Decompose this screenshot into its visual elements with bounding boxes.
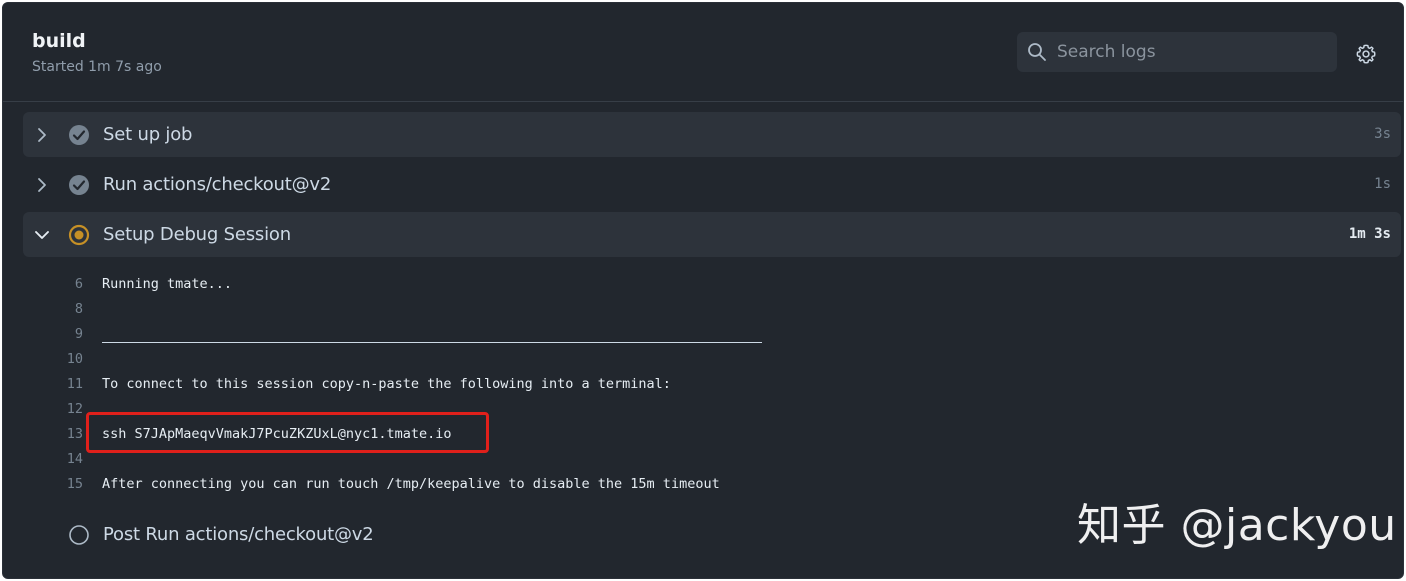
line-number[interactable]: 13: [23, 426, 83, 442]
log-text: Running tmate...: [102, 275, 233, 292]
line-number[interactable]: 15: [23, 476, 83, 492]
chevron-right-icon: [38, 177, 46, 192]
line-number[interactable]: 6: [23, 276, 83, 292]
log-line: 14: [23, 446, 1401, 471]
gear-icon[interactable]: [1355, 43, 1377, 65]
log-text: To connect to this session copy-n-paste …: [102, 375, 671, 392]
step-duration: 1s: [1374, 176, 1391, 192]
log-line: 8: [23, 296, 1401, 321]
search-icon: [1028, 43, 1046, 61]
step-name: Setup Debug Session: [103, 224, 291, 245]
log-line: 6 Running tmate...: [23, 271, 1401, 296]
log-line: 11 To connect to this session copy-n-pas…: [23, 371, 1401, 396]
step-name: Post Run actions/checkout@v2: [103, 524, 374, 545]
step-name: Run actions/checkout@v2: [103, 174, 332, 195]
chevron-down-icon: [35, 230, 49, 239]
check-circle-icon: [69, 124, 89, 145]
watermark: 知乎 @jackyou: [1077, 500, 1397, 551]
pending-circle-icon: [69, 524, 89, 545]
line-number[interactable]: 11: [23, 376, 83, 392]
job-header: build Started 1m 7s ago: [3, 3, 1403, 102]
job-log-panel: build Started 1m 7s ago Set up job 3s: [2, 2, 1404, 579]
chevron-right-icon: [38, 127, 46, 142]
step-run-checkout[interactable]: Run actions/checkout@v2 1s: [23, 162, 1401, 207]
check-circle-icon: [69, 174, 89, 195]
line-number[interactable]: 14: [23, 451, 83, 467]
step-duration: 1m 3s: [1348, 226, 1391, 242]
log-text: After connecting you can run touch /tmp/…: [102, 475, 720, 492]
job-title: build: [32, 30, 86, 52]
step-duration: 3s: [1374, 126, 1391, 142]
line-number[interactable]: 8: [23, 301, 83, 317]
line-number[interactable]: 9: [23, 326, 83, 342]
line-number[interactable]: 10: [23, 351, 83, 367]
in-progress-icon: [68, 224, 90, 245]
search-logs-input[interactable]: [1057, 42, 1317, 62]
separator-rule: [102, 342, 762, 343]
line-number[interactable]: 12: [23, 401, 83, 417]
step-name: Set up job: [103, 124, 193, 145]
step-setup-debug-session[interactable]: Setup Debug Session 1m 3s: [23, 212, 1401, 257]
step-set-up-job[interactable]: Set up job 3s: [23, 112, 1401, 157]
job-subtitle: Started 1m 7s ago: [32, 59, 162, 75]
log-line: 10: [23, 346, 1401, 371]
search-logs-field[interactable]: [1017, 32, 1337, 72]
